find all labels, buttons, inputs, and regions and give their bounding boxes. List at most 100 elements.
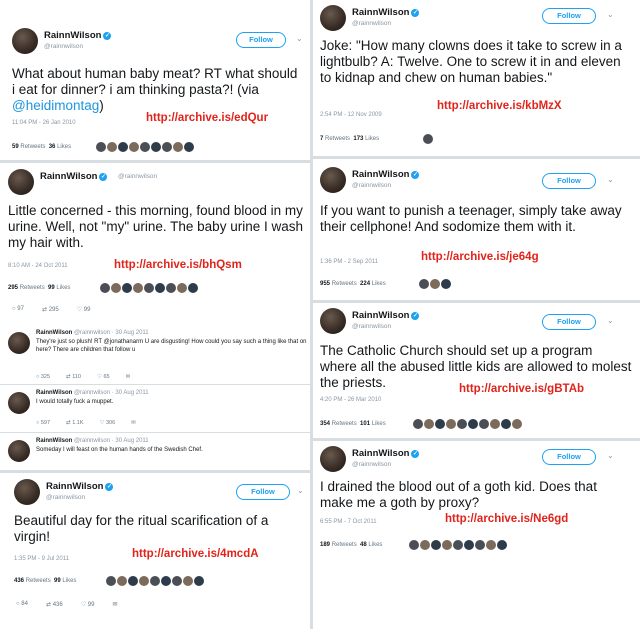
liker-avatar[interactable] [435, 419, 445, 429]
liker-avatar[interactable] [177, 283, 187, 293]
tweet-timestamp[interactable]: 11:04 PM - 26 Jan 2010 [12, 120, 76, 126]
liker-avatar[interactable] [441, 279, 451, 289]
user-handle[interactable]: @rainnwilson [46, 494, 85, 501]
liker-avatar[interactable] [442, 540, 452, 550]
liker-avatar[interactable] [166, 283, 176, 293]
liker-avatar[interactable] [162, 142, 172, 152]
liker-avatar[interactable] [117, 576, 127, 586]
liker-avatar[interactable] [409, 540, 419, 550]
follow-button[interactable]: Follow [542, 314, 596, 330]
user-handle[interactable]: @rainnwilson [352, 461, 391, 468]
reply-tweet[interactable]: RainnWilson @rainnwilson · 30 Aug 2011 S… [8, 438, 308, 466]
reply-tweet[interactable]: RainnWilson @rainnwilson · 30 Aug 2011 I… [8, 390, 308, 430]
user-handle[interactable]: @rainnwilson [352, 182, 391, 189]
avatar[interactable] [12, 28, 38, 54]
liker-avatar[interactable] [497, 540, 507, 550]
avatar[interactable] [8, 332, 30, 354]
liker-avatar[interactable] [151, 142, 161, 152]
liker-avatar[interactable] [512, 419, 522, 429]
liker-avatar[interactable] [96, 142, 106, 152]
tweet-timestamp[interactable]: 4:20 PM - 26 Mar 2010 [320, 397, 381, 403]
avatar[interactable] [8, 440, 30, 462]
user-name[interactable]: RainnWilson ✓ [352, 448, 420, 459]
retweet-button[interactable]: ⇄ 436 [46, 601, 63, 608]
liker-avatar[interactable] [453, 540, 463, 550]
chevron-down-icon[interactable]: ⌄ [607, 316, 614, 325]
tweet-timestamp[interactable]: 1:36 PM - 2 Sep 2011 [320, 259, 378, 265]
liker-avatar[interactable] [464, 540, 474, 550]
user-name[interactable]: RainnWilson ✓ [352, 310, 420, 321]
liker-avatar[interactable] [424, 419, 434, 429]
liker-avatar[interactable] [155, 283, 165, 293]
tweet-timestamp[interactable]: 8:10 AM - 24 Oct 2011 [8, 263, 68, 269]
retweet-button[interactable]: ⇄ 110 [66, 374, 81, 380]
user-handle[interactable]: @rainnwilson [118, 173, 157, 180]
message-icon[interactable]: ✉ [112, 601, 117, 608]
avatar[interactable] [320, 5, 346, 31]
liker-avatar[interactable] [446, 419, 456, 429]
liker-avatar[interactable] [413, 419, 423, 429]
message-icon[interactable]: ✉ [126, 374, 131, 380]
liker-avatar[interactable] [184, 142, 194, 152]
chevron-down-icon[interactable]: ⌄ [607, 10, 614, 19]
like-button[interactable]: ♡ 99 [77, 306, 91, 313]
liker-avatar[interactable] [133, 283, 143, 293]
liker-avatar[interactable] [107, 142, 117, 152]
liker-avatar[interactable] [490, 419, 500, 429]
liker-avatar[interactable] [150, 576, 160, 586]
user-name[interactable]: RainnWilson ✓ [352, 169, 420, 180]
liker-avatar[interactable] [122, 283, 132, 293]
liker-avatar[interactable] [479, 419, 489, 429]
liker-avatar[interactable] [430, 279, 440, 289]
user-name[interactable]: RainnWilson ✓ [40, 171, 108, 182]
user-name[interactable]: RainnWilson ✓ [46, 481, 114, 492]
like-button[interactable]: ♡ 65 [97, 374, 110, 380]
liker-avatar[interactable] [144, 283, 154, 293]
avatar[interactable] [8, 169, 34, 195]
liker-avatar[interactable] [431, 540, 441, 550]
user-handle[interactable]: @rainnwilson [44, 43, 83, 50]
chevron-down-icon[interactable]: ⌄ [607, 175, 614, 184]
avatar[interactable] [14, 479, 40, 505]
tweet-timestamp[interactable]: 1:35 PM - 9 Jul 2011 [14, 556, 69, 562]
liker-avatar[interactable] [468, 419, 478, 429]
like-button[interactable]: ♡ 99 [81, 601, 95, 608]
liker-avatar[interactable] [140, 142, 150, 152]
liker-avatar[interactable] [419, 279, 429, 289]
retweet-button[interactable]: ⇄ 295 [42, 306, 59, 313]
liker-avatar[interactable] [106, 576, 116, 586]
chevron-down-icon[interactable]: ⌄ [296, 34, 303, 43]
follow-button[interactable]: Follow [542, 8, 596, 24]
mention-link[interactable]: @heidimontag [12, 98, 99, 113]
liker-avatar[interactable] [183, 576, 193, 586]
liker-avatar[interactable] [129, 142, 139, 152]
liker-avatar[interactable] [457, 419, 467, 429]
tweet-timestamp[interactable]: 2:54 PM - 12 Nov 2009 [320, 112, 382, 118]
chevron-down-icon[interactable]: ⌄ [297, 486, 304, 495]
liker-avatar[interactable] [139, 576, 149, 586]
liker-avatar[interactable] [486, 540, 496, 550]
reply-button[interactable]: ○ 84 [16, 601, 28, 608]
like-button[interactable]: ♡ 306 [100, 420, 116, 426]
follow-button[interactable]: Follow [236, 484, 290, 500]
liker-avatar[interactable] [161, 576, 171, 586]
liker-avatar[interactable] [475, 540, 485, 550]
liker-avatar[interactable] [172, 576, 182, 586]
liker-avatar[interactable] [501, 419, 511, 429]
liker-avatar[interactable] [111, 283, 121, 293]
chevron-down-icon[interactable]: ⌄ [607, 451, 614, 460]
follow-button[interactable]: Follow [542, 449, 596, 465]
avatar[interactable] [320, 167, 346, 193]
user-name[interactable]: RainnWilson ✓ [352, 7, 420, 18]
follow-button[interactable]: Follow [542, 173, 596, 189]
reply-tweet[interactable]: RainnWilson @rainnwilson · 30 Aug 2011 T… [8, 330, 308, 380]
avatar[interactable] [8, 392, 30, 414]
follow-button[interactable]: Follow [236, 32, 286, 48]
liker-avatar[interactable] [420, 540, 430, 550]
message-icon[interactable]: ✉ [131, 420, 136, 426]
reply-button[interactable]: ○ 97 [12, 306, 24, 313]
liker-avatar[interactable] [173, 142, 183, 152]
liker-avatar[interactable] [100, 283, 110, 293]
liker-avatar[interactable] [188, 283, 198, 293]
avatar[interactable] [320, 308, 346, 334]
